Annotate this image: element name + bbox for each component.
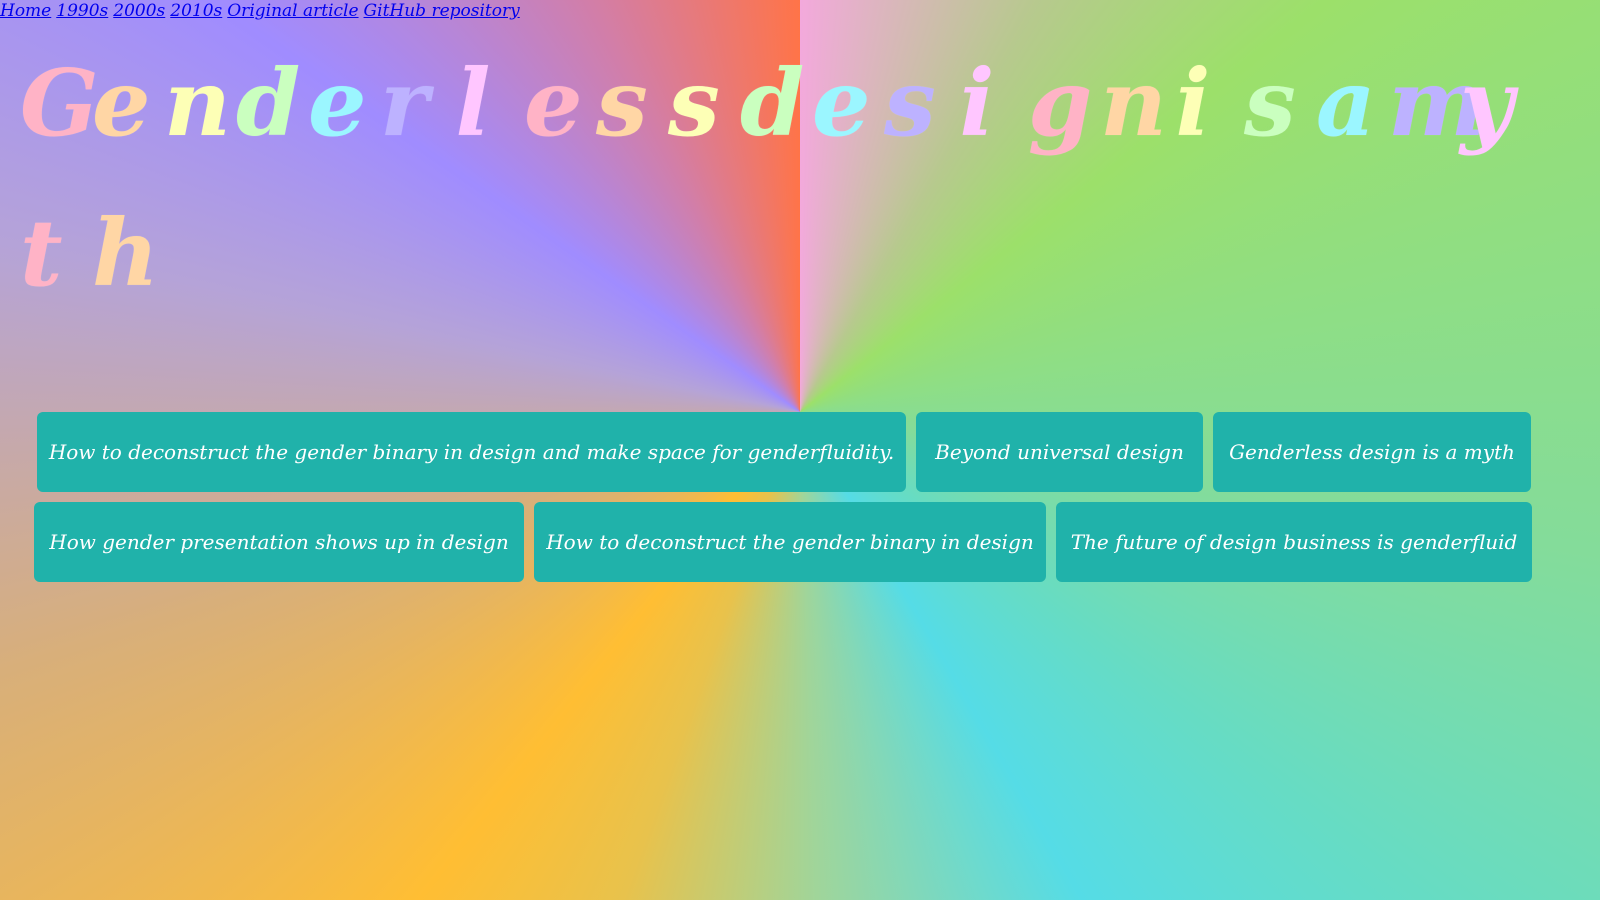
title-letter: n bbox=[1100, 49, 1167, 157]
title-letter: d bbox=[236, 49, 301, 157]
top-nav: Home 1990s 2000s 2010s Original article … bbox=[0, 0, 520, 24]
title-letter: s bbox=[668, 49, 720, 157]
title-letter: i bbox=[959, 49, 995, 157]
title-letter: e bbox=[524, 49, 583, 157]
page-title: Genderlessdesignisamyth bbox=[20, 44, 1560, 312]
title-letter: s bbox=[1244, 49, 1296, 157]
title-letter: a bbox=[1316, 49, 1376, 157]
title-letter: h bbox=[92, 199, 159, 307]
article-card-gender-presentation[interactable]: How gender presentation shows up in desi… bbox=[34, 502, 524, 582]
nav-link-2010s[interactable]: 2010s bbox=[170, 0, 222, 24]
nav-link-1990s[interactable]: 1990s bbox=[56, 0, 108, 24]
title-letter: d bbox=[740, 49, 805, 157]
title-letter: l bbox=[455, 49, 491, 157]
title-letter: i bbox=[1175, 49, 1211, 157]
article-card-deconstruct-binary[interactable]: How to deconstruct the gender binary in … bbox=[534, 502, 1046, 582]
article-card-genderless-myth[interactable]: Genderless design is a myth bbox=[1213, 412, 1531, 492]
nav-link-github-repository[interactable]: GitHub repository bbox=[364, 0, 520, 24]
nav-link-original-article[interactable]: Original article bbox=[227, 0, 358, 24]
nav-link-home[interactable]: Home bbox=[0, 0, 51, 24]
title-letter: t bbox=[20, 199, 63, 307]
title-letter: y bbox=[1460, 49, 1514, 157]
title-letter: n bbox=[164, 49, 231, 157]
title-letter: g bbox=[1028, 49, 1093, 157]
title-letter: e bbox=[92, 49, 151, 157]
article-card-deconstruct-genderfluidity[interactable]: How to deconstruct the gender binary in … bbox=[37, 412, 906, 492]
article-cards: How to deconstruct the gender binary in … bbox=[34, 412, 1568, 592]
card-row-2: How gender presentation shows up in desi… bbox=[34, 502, 1568, 582]
title-letter: s bbox=[884, 49, 936, 157]
article-card-future-of-design[interactable]: The future of design business is genderf… bbox=[1056, 502, 1532, 582]
title-letter: e bbox=[308, 49, 367, 157]
nav-link-2000s[interactable]: 2000s bbox=[113, 0, 165, 24]
title-letter: r bbox=[380, 49, 429, 157]
title-letter: m bbox=[1388, 49, 1486, 157]
article-card-beyond-universal-design[interactable]: Beyond universal design bbox=[916, 412, 1203, 492]
title-letter: e bbox=[812, 49, 871, 157]
title-letter: G bbox=[20, 49, 99, 157]
card-row-1: How to deconstruct the gender binary in … bbox=[34, 412, 1568, 492]
title-letter: s bbox=[596, 49, 648, 157]
